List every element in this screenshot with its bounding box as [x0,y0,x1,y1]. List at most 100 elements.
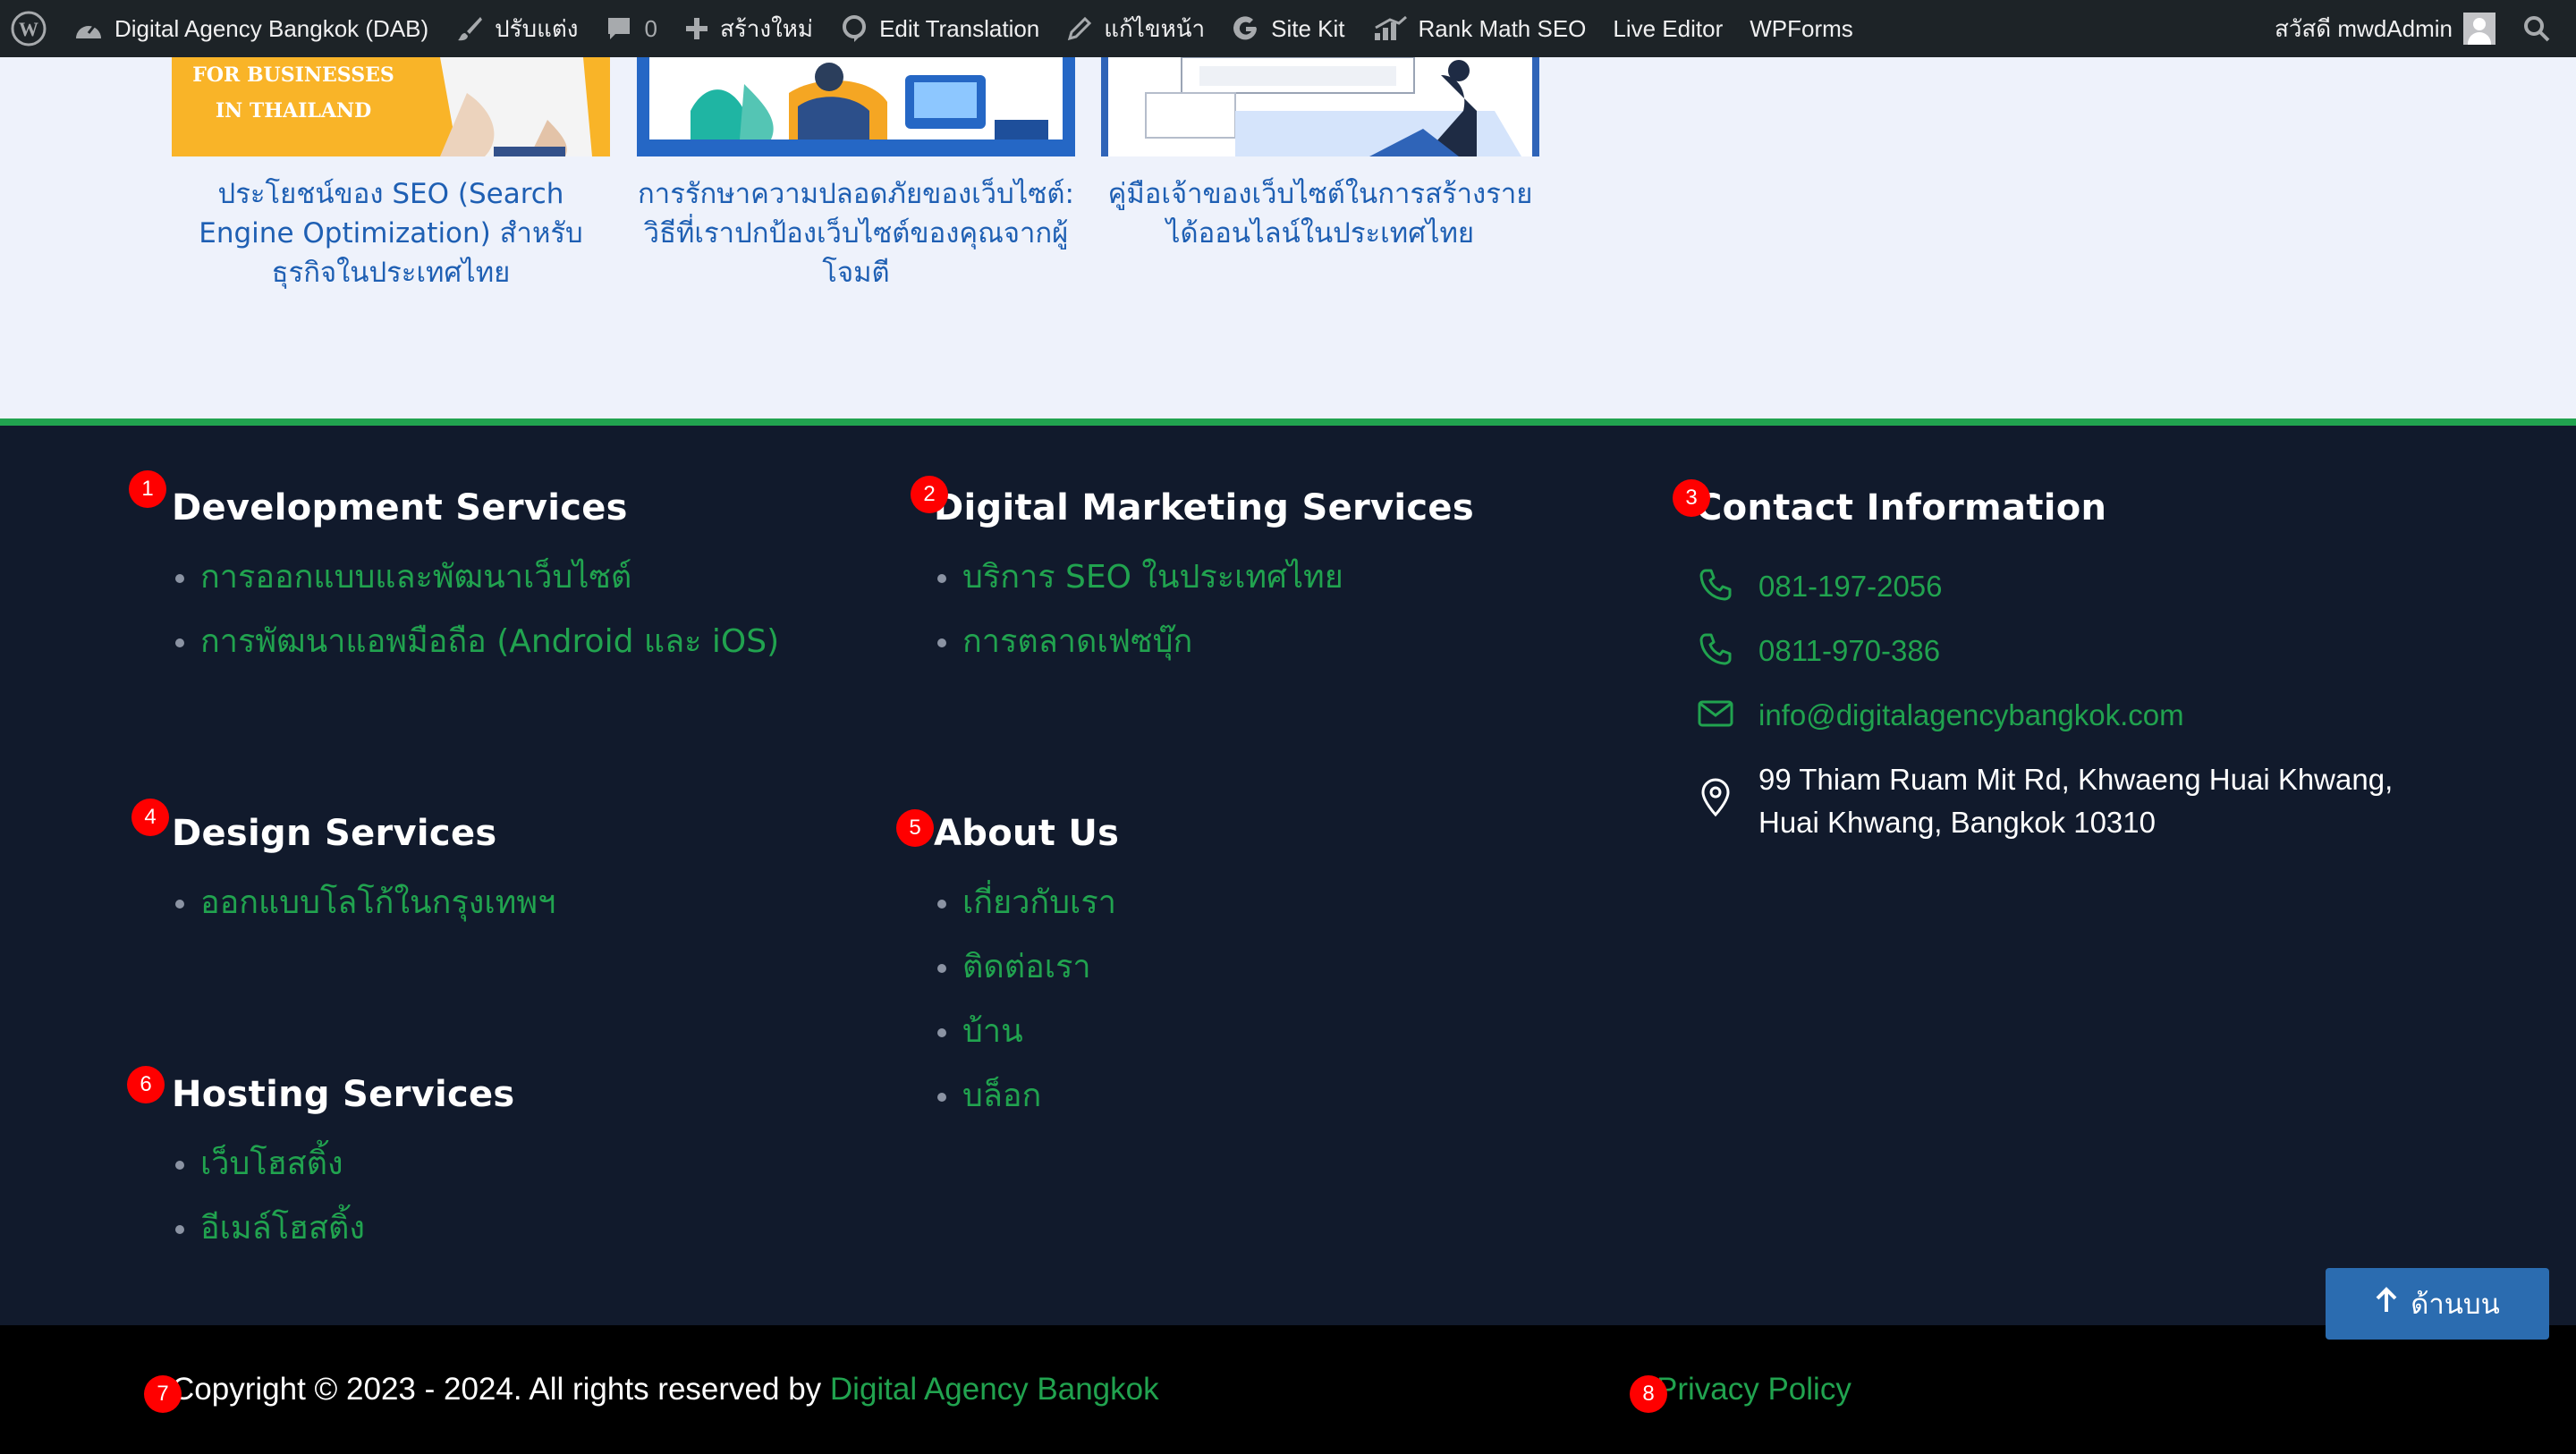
related-post-title[interactable]: คู่มือเจ้าของเว็บไซต์ในการสร้างรายได้ออน… [1101,174,1539,253]
back-to-top-button[interactable]: ด้านบน [2326,1268,2549,1340]
annotation-badge: 2 [911,476,948,513]
comments-button[interactable]: 0 [591,0,670,57]
search-button[interactable] [2509,0,2576,57]
contact-phone-1[interactable]: 081-197-2056 [1696,565,1943,608]
annotation-badge: 7 [144,1375,182,1413]
translate-icon [840,14,869,43]
related-post-title[interactable]: ประโยชน์ของ SEO (Search Engine Optimizat… [172,174,610,292]
post-thumbnail[interactable] [1101,57,1539,156]
list-item: ติดต่อเรา [934,950,1119,1014]
comment-icon [605,14,633,43]
bullet [937,964,946,973]
copyright-text: Copyright © 2023 - 2024. All rights rese… [172,1368,1159,1411]
account-menu[interactable]: สวัสดี mwdAdmin [2261,0,2509,57]
list-item: บล็อก [934,1078,1119,1143]
bottom-bar: 7 Copyright © 2023 - 2024. All rights re… [0,1325,2576,1454]
site-kit-button[interactable]: Site Kit [1218,0,1358,57]
copyright-agency-link[interactable]: Digital Agency Bangkok [830,1372,1159,1407]
privacy-policy-link[interactable]: Privacy Policy [1657,1368,1852,1411]
footer-link-contact-us[interactable]: ติดต่อเรา [962,949,1091,985]
related-post-card[interactable]: คู่มือเจ้าของเว็บไซต์ในการสร้างรายได้ออน… [1101,57,1539,253]
wpforms-button[interactable]: WPForms [1736,0,1867,57]
rank-math-icon [1372,15,1408,42]
paintbrush-icon [455,14,484,43]
widget-title: Contact Information [1696,487,2107,528]
edit-page-label: แก้ไขหน้า [1104,14,1206,42]
arrow-up-icon [2375,1287,2411,1321]
post-thumbnail[interactable] [637,57,1075,156]
footer-link-about-us[interactable]: เกี่ยวกับเรา [962,884,1116,921]
annotation-badge: 5 [896,809,934,847]
bullet [937,900,946,909]
bullet [937,574,946,583]
wpforms-label: WPForms [1750,14,1853,42]
footer-link-logo-design[interactable]: ออกแบบโลโก้ในกรุงเทพฯ [200,884,555,921]
mail-icon [1696,694,1735,733]
copyright-prefix: Copyright © 2023 - 2024. All rights rese… [172,1372,830,1407]
list-item: การตลาดเฟซบุ๊ก [934,624,1474,689]
footer-link-mobile-app[interactable]: การพัฒนาแอพมือถือ (Android และ iOS) [200,623,779,660]
wordpress-icon: W [11,11,47,46]
footer-link-web-hosting[interactable]: เว็บโฮสติ้ง [200,1145,343,1182]
customize-button[interactable]: ปรับแต่ง [442,0,591,57]
related-post-card[interactable]: FOR BUSINESSES IN THAILAND ประโยชน์ของ S… [172,57,610,292]
site-footer: 1 Development Services การออกแบบและพัฒนา… [0,426,2576,1325]
phone-2-text[interactable]: 0811-970-386 [1758,630,1940,672]
wordpress-logo-button[interactable]: W [0,0,60,57]
bullet [175,900,184,909]
list-item: ออกแบบโลโก้ในกรุงเทพฯ [172,885,555,950]
annotation-badge: 3 [1673,479,1710,517]
edit-page-button[interactable]: แก้ไขหน้า [1053,0,1218,57]
email-text[interactable]: info@digitalagencybangkok.com [1758,694,2184,737]
footer-link-home[interactable]: บ้าน [962,1013,1023,1050]
list-item: การพัฒนาแอพมือถือ (Android และ iOS) [172,624,779,689]
footer-link-blog[interactable]: บล็อก [962,1078,1041,1114]
customize-label: ปรับแต่ง [495,14,579,42]
annotation-badge: 6 [127,1066,165,1103]
svg-text:W: W [19,18,38,40]
footer-link-email-hosting[interactable]: อีเมล์โฮสติ้ง [200,1210,365,1247]
footer-widget-contact: Contact Information 081-197-2056 0811-97… [1696,486,2501,839]
widget-title: Design Services [172,813,497,854]
edit-translation-button[interactable]: Edit Translation [826,0,1053,57]
bullet [937,1093,946,1102]
contact-phone-2[interactable]: 0811-970-386 [1696,630,1940,672]
comments-count: 0 [644,14,657,42]
dashboard-icon [73,15,104,42]
rank-math-button[interactable]: Rank Math SEO [1359,0,1600,57]
footer-link-seo[interactable]: บริการ SEO ในประเทศไทย [962,559,1343,596]
google-icon [1232,14,1260,43]
site-name-label: Digital Agency Bangkok (DAB) [114,14,429,42]
list-item: เกี่ยวกับเรา [934,885,1119,950]
contact-email[interactable]: info@digitalagencybangkok.com [1696,694,2184,737]
related-post-card[interactable]: การรักษาความปลอดภัยของเว็บไซต์: วิธีที่เ… [637,57,1075,292]
footer-widget-development: Development Services การออกแบบและพัฒนาเว… [172,486,779,689]
greeting-label: สวัสดี mwdAdmin [2274,14,2453,42]
live-editor-button[interactable]: Live Editor [1599,0,1736,57]
new-content-button[interactable]: สร้างใหม่ [671,0,826,57]
bullet [175,1161,184,1170]
phone-1-text[interactable]: 081-197-2056 [1758,565,1943,608]
list-item: บ้าน [934,1014,1119,1078]
related-post-title[interactable]: การรักษาความปลอดภัยของเว็บไซต์: วิธีที่เ… [637,174,1075,292]
list-item: บริการ SEO ในประเทศไทย [934,560,1474,624]
bullet [937,1028,946,1037]
related-posts: FOR BUSINESSES IN THAILAND ประโยชน์ของ S… [0,57,2576,422]
list-item: การออกแบบและพัฒนาเว็บไซต์ [172,560,779,624]
post-thumbnail-text: FOR BUSINESSES IN THAILAND [192,63,394,123]
address-line-2: Huai Khwang, Bangkok 10310 [1758,806,2156,839]
footer-top-border [0,418,2576,426]
live-editor-label: Live Editor [1613,14,1724,42]
bullet [175,1225,184,1234]
footer-link-facebook-marketing[interactable]: การตลาดเฟซบุ๊ก [962,623,1192,660]
site-name-menu[interactable]: Digital Agency Bangkok (DAB) [60,0,442,57]
rank-math-label: Rank Math SEO [1418,14,1587,42]
location-pin-icon [1696,778,1735,817]
post-thumbnail[interactable]: FOR BUSINESSES IN THAILAND [172,57,610,156]
footer-widget-hosting: Hosting Services เว็บโฮสติ้ง อีเมล์โฮสติ… [172,1073,515,1275]
contact-address: 99 Thiam Ruam Mit Rd, Khwaeng Huai Khwan… [1696,758,2393,844]
phone-icon [1696,630,1735,669]
widget-title: Hosting Services [172,1074,515,1115]
bullet [937,638,946,647]
footer-link-web-design[interactable]: การออกแบบและพัฒนาเว็บไซต์ [200,559,631,596]
